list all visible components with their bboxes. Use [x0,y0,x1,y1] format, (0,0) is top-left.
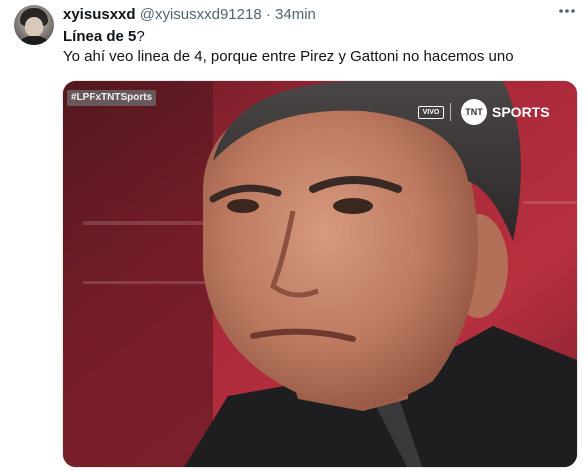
tweet-time[interactable]: 34min [275,6,316,23]
user-handle[interactable]: @xyisusxxd91218 [140,6,262,23]
avatar-face [25,17,43,37]
tweet-text-line-2: Yo ahí veo linea de 4, porque entre Pire… [63,48,514,65]
ellipsis-icon [559,9,575,13]
tweet-media-photo[interactable]: #LPFxTNTSports VIVO TNT SPORTS [62,80,578,468]
tnt-logo-icon: TNT [461,99,487,125]
photo-illustration [63,81,577,467]
tweet-text: Línea de 5? Yo ahí veo linea de 4, porqu… [63,27,514,67]
sports-logo-text: SPORTS [492,104,550,120]
left-eye [227,199,259,213]
tweet-text-line-1: Línea de 5? [63,27,514,47]
separator-dot: · [265,6,271,23]
brand-separator [450,103,451,121]
avatar[interactable] [14,5,54,45]
tweet-header: xyisusxxd @xyisusxxd91218 · 34min [63,6,316,24]
display-name[interactable]: xyisusxxd [63,6,136,23]
avatar-shirt [17,36,51,45]
live-badge: VIVO [418,106,444,119]
tweet-text-question: ? [136,28,145,45]
right-eye [333,198,373,214]
more-icon[interactable] [556,4,578,22]
background-shadow [63,81,213,467]
tweet[interactable]: xyisusxxd @xyisusxxd91218 · 34min Línea … [0,0,586,471]
hashtag-overlay: #LPFxTNTSports [67,90,157,106]
tweet-text-bold: Línea de 5 [63,28,137,45]
